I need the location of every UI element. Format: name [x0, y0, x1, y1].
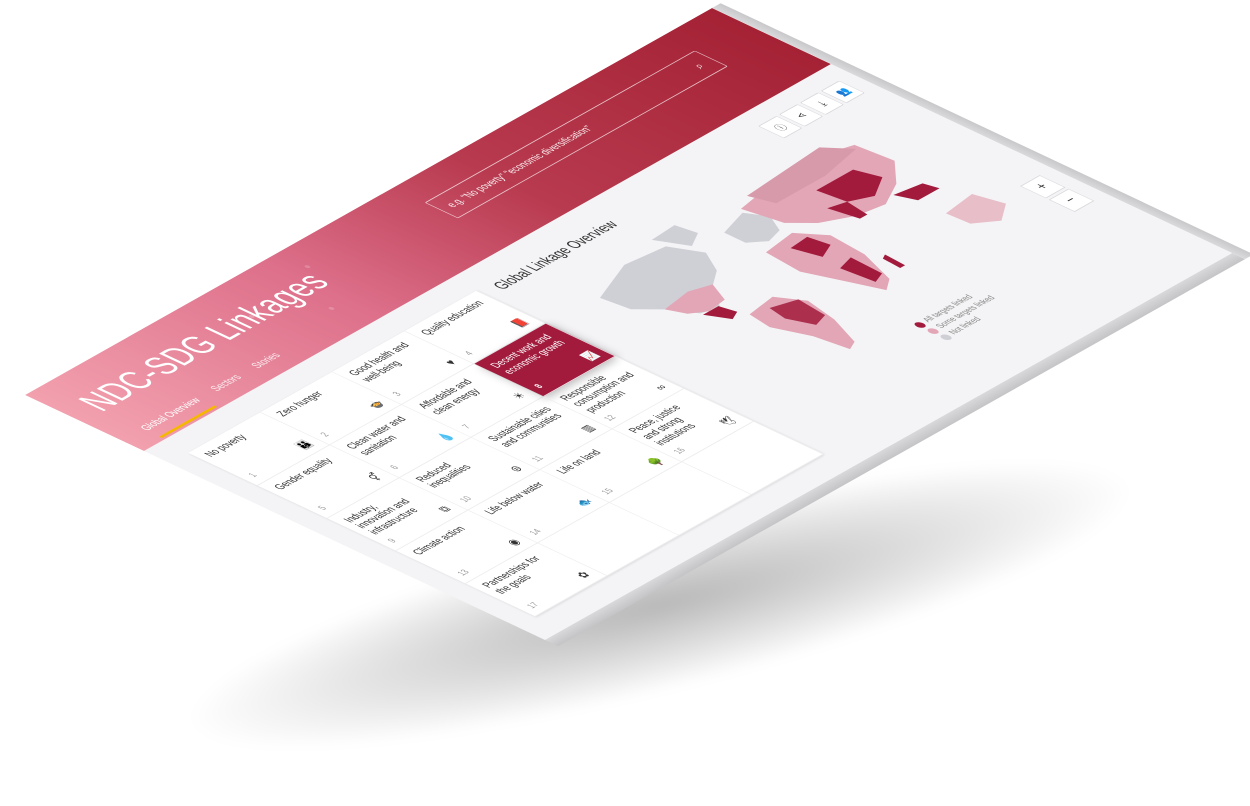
goal-label: No poverty [200, 432, 250, 459]
fish-icon: 🐟 [572, 496, 597, 509]
dove-icon: 🕊 [716, 415, 741, 428]
rings-icon: ✿ [572, 569, 594, 581]
scene: NDC-SDG Linkages Global Overview Sectors… [0, 0, 1250, 750]
goal-number: 4 [462, 350, 477, 358]
nav-sectors[interactable]: Sectors [207, 373, 245, 393]
eye-icon: ◉ [503, 536, 525, 548]
tree-icon: 🌳 [644, 455, 669, 468]
app-page: NDC-SDG Linkages Global Overview Sectors… [25, 8, 1233, 641]
goal-label: Zero hunger [272, 389, 327, 419]
cube-icon: ⧉ [434, 504, 455, 514]
goal-number: 10 [457, 495, 475, 504]
goal-label: Quality education [417, 298, 488, 337]
people-icon: 👪 [291, 438, 316, 451]
goal-number: 15 [599, 487, 617, 496]
goal-number: 11 [529, 454, 547, 464]
equal-icon: ⊜ [506, 463, 527, 474]
water-icon: 💧 [433, 430, 458, 444]
legend-swatch-all [911, 320, 928, 329]
sun-icon: ☀ [508, 390, 530, 401]
city-icon: ▥ [577, 423, 599, 434]
map-se-asia [893, 183, 940, 201]
goal-number: 12 [601, 413, 619, 423]
legend-swatch-some [924, 326, 941, 335]
book-icon: 📕 [508, 316, 532, 330]
legend-swatch-none [937, 333, 954, 341]
goal-number: 7 [460, 423, 474, 431]
goal-number: 9 [385, 537, 400, 545]
bowl-icon: 🍲 [363, 398, 388, 411]
nav-global-overview[interactable]: Global Overview [137, 396, 204, 433]
growth-icon: 📈 [577, 349, 602, 362]
goal-number: 14 [527, 527, 545, 537]
goal-number: 1 [246, 472, 261, 479]
map-north-america [599, 246, 721, 314]
map-south-america [749, 296, 855, 350]
map-africa [765, 232, 890, 291]
goal-number: 6 [388, 464, 402, 471]
goal-number: 16 [671, 446, 689, 456]
map-australia [945, 193, 1006, 224]
device-slab: NDC-SDG Linkages Global Overview Sectors… [25, 3, 1250, 647]
goal-number: 5 [316, 504, 330, 512]
map-madagascar [882, 254, 906, 269]
infinity-icon: ∞ [651, 382, 671, 393]
goal-number: 3 [390, 390, 405, 398]
heartbeat-icon: ♥ [441, 357, 460, 367]
goal-number: 13 [455, 568, 473, 578]
goal-label: Good health and well-being [345, 340, 413, 384]
goal-number: 2 [318, 431, 333, 439]
goal-number: 17 [524, 601, 542, 610]
gender-icon: ⚥ [363, 471, 386, 483]
goal-number: 8 [532, 383, 546, 390]
